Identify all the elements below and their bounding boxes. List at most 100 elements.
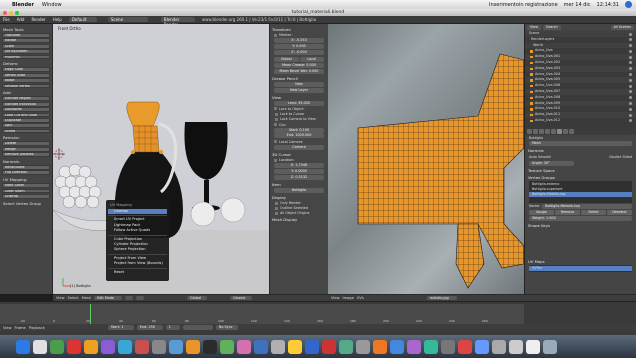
dock-app-icon[interactable] xyxy=(186,340,200,354)
normals-panel-header[interactable]: Normals xyxy=(528,148,633,153)
uv-menu-item-unwrap[interactable]: Unwrap xyxy=(108,209,167,215)
dock-app-icon[interactable] xyxy=(254,340,268,354)
tool-button-subdivide[interactable]: Subdivide xyxy=(2,107,50,112)
weight-field[interactable]: Weight: 1.000 xyxy=(529,215,632,221)
outliner-row[interactable]: Acino_Uva.012 xyxy=(525,118,636,124)
vertex-group-item-selected[interactable]: Bottiglia-Metallo-top xyxy=(529,191,632,197)
dock-app-icon[interactable] xyxy=(101,340,115,354)
all-origins-checkbox[interactable]: All Object Origins xyxy=(275,211,323,215)
tool-button-shrink-fatten[interactable]: Shrink/Fatten xyxy=(2,49,50,54)
close-window-button[interactable] xyxy=(3,10,7,15)
tool-button-unwrap[interactable]: Unwrap xyxy=(2,194,50,199)
tool-button-extrude-individual[interactable]: Extrude Individual xyxy=(2,101,50,107)
visibility-eye-icon[interactable] xyxy=(629,38,632,42)
uv-menu-item-sphere-projection[interactable]: Sphere Projection xyxy=(108,247,167,252)
select-vertex-group-panel[interactable]: Select Vertex Group xyxy=(3,201,51,206)
sync-select[interactable]: No Sync xyxy=(215,325,238,330)
lens-field[interactable]: Lens: 35.000 xyxy=(274,100,324,106)
visibility-eye-icon[interactable] xyxy=(629,102,632,106)
angle-field[interactable]: Angle: 30° xyxy=(529,160,574,166)
item-panel-header[interactable]: Item xyxy=(272,182,326,187)
tool-button-duplicate[interactable]: Duplicate xyxy=(2,117,50,123)
dock-app-icon[interactable] xyxy=(305,340,319,354)
start-frame-field[interactable]: Start: 1 xyxy=(107,325,134,330)
mean-crease-field[interactable]: Mean Crease: 0.000 xyxy=(274,63,324,69)
clip-start-field[interactable]: Start: 0.100 xyxy=(274,127,324,133)
visibility-eye-icon[interactable] xyxy=(629,84,632,88)
visibility-eye-icon[interactable] xyxy=(629,96,632,100)
end-frame-field[interactable]: End: 250 xyxy=(136,325,163,330)
uv-menu-item-follow-active-quads[interactable]: Follow Active Quads xyxy=(108,228,167,233)
tool-button-mark-seam[interactable]: Mark Seam xyxy=(2,183,50,189)
current-frame-cursor[interactable] xyxy=(90,304,91,324)
deselect-button[interactable]: Deselect xyxy=(607,209,632,215)
uvs-menu[interactable]: UVs xyxy=(357,296,364,300)
visibility-eye-icon[interactable] xyxy=(629,49,632,53)
zoom-window-button[interactable] xyxy=(15,10,19,15)
cursor-z-field[interactable]: Z: 0.3132 xyxy=(274,174,324,180)
data-tab-icon[interactable] xyxy=(557,129,562,134)
cursor-y-field[interactable]: Y: 0.0004 xyxy=(274,169,324,175)
visibility-eye-icon[interactable] xyxy=(629,73,632,77)
view-menu[interactable]: View xyxy=(56,296,65,300)
dock-app-icon[interactable] xyxy=(509,340,523,354)
object-tab-icon[interactable] xyxy=(545,129,550,134)
dock-app-icon[interactable] xyxy=(373,340,387,354)
lock-camera-checkbox[interactable]: Lock Camera to View xyxy=(275,117,323,121)
tool-button-spin[interactable]: Spin xyxy=(2,123,50,129)
dock-app-icon[interactable] xyxy=(543,340,557,354)
dock-app-icon[interactable] xyxy=(458,340,472,354)
dock-app-icon[interactable] xyxy=(135,340,149,354)
frame-menu[interactable]: Frame xyxy=(15,326,26,330)
playback-menu[interactable]: Playback xyxy=(29,326,45,330)
mean-bevel-field[interactable]: Mean Bevel Wei: 0.000 xyxy=(274,68,324,74)
dock-app-icon[interactable] xyxy=(67,340,81,354)
dock-app-icon[interactable] xyxy=(84,340,98,354)
tool-button-merge[interactable]: Merge xyxy=(2,146,50,152)
camera-field[interactable]: Camera xyxy=(274,144,324,150)
remove-button[interactable]: Remove xyxy=(555,209,580,215)
spotlight-icon[interactable] xyxy=(625,1,632,8)
dock-app-icon[interactable] xyxy=(492,340,506,354)
select-button[interactable]: Select xyxy=(581,209,606,215)
shape-keys-header[interactable]: Shape Keys xyxy=(528,223,633,228)
engine-select[interactable]: Blender Render xyxy=(160,17,195,27)
tool-button-clear-seam[interactable]: Clear Seam xyxy=(2,188,50,194)
visibility-eye-icon[interactable] xyxy=(629,61,632,65)
visibility-eye-icon[interactable] xyxy=(629,55,632,59)
dock-app-icon[interactable] xyxy=(220,340,234,354)
mesh-datablock-field[interactable]: Mesh xyxy=(529,141,632,146)
local-toggle[interactable]: Local xyxy=(299,56,324,62)
uv-map-item[interactable]: UVTex xyxy=(529,265,632,271)
outliner-filter-select[interactable]: All Scenes xyxy=(610,25,634,30)
menubar-item-blender[interactable]: Blender xyxy=(12,2,34,8)
visibility-eye-icon[interactable] xyxy=(629,78,632,82)
tool-button-noise[interactable]: Noise xyxy=(2,78,50,83)
render-tab-icon[interactable] xyxy=(527,129,532,134)
dock-app-icon[interactable] xyxy=(339,340,353,354)
dock-app-icon[interactable] xyxy=(118,340,132,354)
tool-button-edge-slide[interactable]: Edge Slide xyxy=(2,67,50,73)
lock-cursor-checkbox[interactable]: Lock to Cursor xyxy=(275,112,323,116)
uv-maps-header[interactable]: UV Maps xyxy=(528,259,633,264)
transform-panel-header[interactable]: Transform xyxy=(272,27,326,32)
dock-app-icon[interactable] xyxy=(271,340,285,354)
dock-app-icon[interactable] xyxy=(526,340,540,354)
current-frame-field[interactable]: 1 xyxy=(165,325,180,330)
dock-app-icon[interactable] xyxy=(237,340,251,354)
layout-select[interactable]: Default xyxy=(68,17,97,22)
grease-new-layer-button[interactable]: New Layer xyxy=(274,87,324,93)
dock-app-icon[interactable] xyxy=(288,340,302,354)
tool-button-extrude-region[interactable]: Extrude Region xyxy=(2,96,50,102)
visibility-eye-icon[interactable] xyxy=(629,44,632,48)
scene-select[interactable]: Scene xyxy=(107,17,148,22)
clip-end-field[interactable]: End: 1000.000 xyxy=(274,133,324,139)
tool-shelf-header[interactable]: Mesh Tools xyxy=(3,27,51,32)
visibility-eye-icon[interactable] xyxy=(629,107,632,111)
tool-button-scale[interactable]: Scale xyxy=(2,43,50,49)
tool-button-rotate[interactable]: Rotate xyxy=(2,38,50,44)
uv-image-editor[interactable] xyxy=(328,24,524,294)
world-tab-icon[interactable] xyxy=(539,129,544,134)
dock-app-icon[interactable] xyxy=(203,340,217,354)
menu-add[interactable]: Add xyxy=(17,17,25,22)
